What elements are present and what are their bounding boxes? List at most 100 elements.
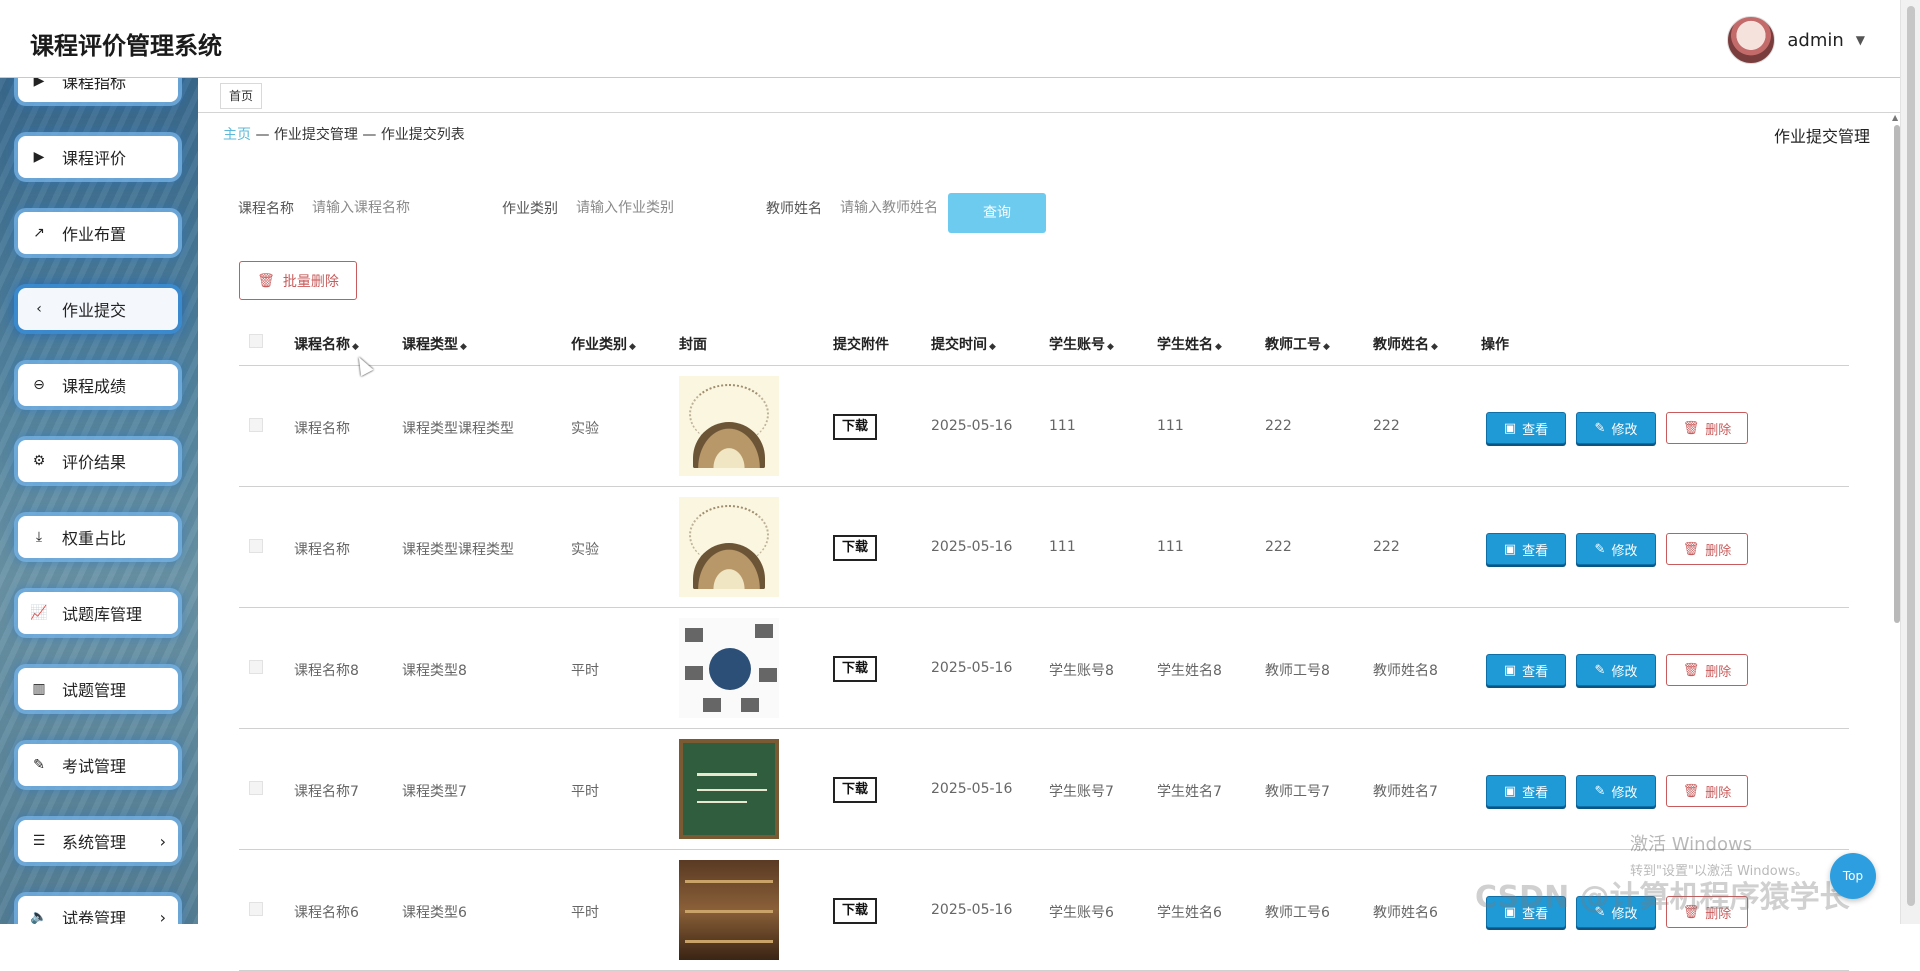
page-scrollbar[interactable] (1900, 0, 1920, 924)
view-button[interactable]: ▣ 查看 (1486, 775, 1566, 807)
sidebar-item-3[interactable]: ↗ 作业布置 (18, 212, 178, 254)
delete-label: 删除 (1705, 664, 1732, 680)
col-student-name[interactable]: 学生姓名 ◆ (1157, 334, 1222, 354)
col-submit-time[interactable]: 提交时间 ◆ (931, 334, 996, 354)
sidebar-item-4[interactable]: ‹ 作业提交 (18, 288, 178, 330)
sidebar: ▶ 课程指标 ▶ 课程评价 ↗ 作业布置 ‹ 作业提交 ⊖ 课程成绩 ⚙ 评价结果 ⤓ 权重占比 📈 试题库管… (0, 78, 198, 924)
sort-icon: ◆ (1323, 342, 1330, 352)
delete-button[interactable]: 🗑 删除 (1666, 533, 1748, 565)
user-name[interactable]: admin (1787, 30, 1843, 51)
back-to-top-button[interactable]: Top (1830, 853, 1876, 899)
chevron-right-icon: › (159, 907, 166, 925)
edit-button[interactable]: ✎ 修改 (1576, 654, 1656, 686)
sidebar-item-8[interactable]: 📈 试题库管理 (18, 592, 178, 634)
cover-image[interactable] (679, 497, 779, 597)
sidebar-item-12[interactable]: 🔈 试卷管理 › (18, 896, 178, 924)
cell-student-name: 学生姓名6 (1157, 905, 1222, 921)
edit-icon: ✎ (1594, 662, 1606, 678)
row-checkbox[interactable] (249, 781, 263, 795)
edit-button[interactable]: ✎ 修改 (1576, 775, 1656, 807)
breadcrumb-sep: — (357, 127, 381, 143)
cover-image[interactable] (679, 739, 779, 839)
row-checkbox[interactable] (249, 902, 263, 916)
cell-teacher-id: 教师工号7 (1265, 784, 1330, 800)
sort-icon: ◆ (352, 342, 359, 352)
cover-image[interactable] (679, 618, 779, 718)
col-student-account[interactable]: 学生账号 ◆ (1049, 334, 1114, 354)
download-button[interactable]: 下载 (833, 777, 877, 803)
sidebar-item-1[interactable]: ▶ 课程指标 (18, 78, 178, 102)
cell-student-account: 学生账号7 (1049, 784, 1114, 800)
sidebar-item-2[interactable]: ▶ 课程评价 (18, 136, 178, 178)
minus-circle-icon: ⊖ (33, 377, 45, 393)
scroll-up-icon[interactable]: ▲ (1892, 113, 1898, 122)
avatar[interactable] (1727, 16, 1776, 64)
col-course-type[interactable]: 课程类型 ◆ (402, 334, 467, 354)
view-button[interactable]: ▣ 查看 (1486, 412, 1566, 444)
sidebar-item-label: 评价结果 (62, 453, 127, 472)
homework-type-label: 作业类别 (502, 201, 558, 217)
col-attachment: 提交附件 (833, 337, 889, 353)
list-icon: ☰ (32, 833, 46, 849)
delete-button[interactable]: 🗑 删除 (1666, 654, 1748, 686)
sidebar-item-label: 试题库管理 (62, 605, 143, 624)
scrollbar-thumb[interactable] (1907, 6, 1915, 906)
chevron-left-icon: ‹ (36, 301, 42, 317)
row-checkbox[interactable] (249, 660, 263, 674)
caret-down-icon[interactable]: ▼ (1856, 33, 1865, 47)
query-button[interactable]: 查询 (948, 193, 1046, 233)
sidebar-item-11[interactable]: ☰ 系统管理 › (18, 820, 178, 862)
homework-type-input[interactable] (576, 193, 716, 223)
cell-course-name: 课程名称 (294, 542, 350, 558)
edit-button[interactable]: ✎ 修改 (1576, 533, 1656, 565)
cell-course-type: 课程类型课程类型 (402, 542, 514, 558)
bar-chart-icon: ▥ (32, 681, 46, 697)
view-icon: ▣ (1503, 783, 1517, 799)
trash-icon: 🗑 (257, 272, 275, 289)
col-course-name[interactable]: 课程名称 ◆ (294, 334, 359, 354)
col-teacher-id[interactable]: 教师工号 ◆ (1265, 334, 1330, 354)
row-checkbox[interactable] (249, 418, 263, 432)
sidebar-item-6[interactable]: ⚙ 评价结果 (18, 440, 178, 482)
cover-image[interactable] (679, 376, 779, 476)
trend-chart-icon: ↗ (33, 225, 45, 241)
cell-submit-time: 2025-05-16 (931, 902, 1013, 918)
col-homework-type[interactable]: 作业类别 ◆ (571, 334, 636, 354)
download-doc-icon: ⤓ (35, 529, 43, 545)
breadcrumb-home[interactable]: 主页 (223, 127, 251, 143)
download-button[interactable]: 下载 (833, 656, 877, 682)
breadcrumb-level2: 作业提交列表 (380, 127, 465, 143)
cover-image[interactable] (679, 860, 779, 960)
view-button[interactable]: ▣ 查看 (1486, 533, 1566, 565)
tab-home[interactable]: 首页 (220, 83, 263, 109)
line-chart-icon: 📈 (30, 605, 48, 621)
sidebar-item-9[interactable]: ▥ 试题管理 (18, 668, 178, 710)
view-button[interactable]: ▣ 查看 (1486, 654, 1566, 686)
delete-button[interactable]: 🗑 删除 (1666, 775, 1748, 807)
app-title: 课程评价管理系统 (30, 32, 222, 60)
delete-button[interactable]: 🗑 删除 (1666, 412, 1748, 444)
cell-course-type: 课程类型7 (402, 784, 467, 800)
cell-teacher-name: 222 (1373, 539, 1400, 555)
edit-icon: ✎ (1594, 783, 1606, 799)
cell-homework-type: 平时 (571, 663, 599, 679)
sidebar-item-5[interactable]: ⊖ 课程成绩 (18, 364, 178, 406)
download-button[interactable]: 下载 (833, 414, 877, 440)
download-button[interactable]: 下载 (833, 535, 877, 561)
breadcrumb-level1: 作业提交管理 (273, 127, 358, 143)
course-name-input[interactable] (312, 193, 452, 223)
row-checkbox[interactable] (249, 539, 263, 553)
batch-delete-button[interactable]: 🗑 批量删除 (239, 261, 357, 300)
sidebar-item-10[interactable]: ✎ 考试管理 (18, 744, 178, 786)
sort-icon: ◆ (629, 342, 636, 352)
edit-button[interactable]: ✎ 修改 (1576, 412, 1656, 444)
user-menu[interactable]: admin ▼ (1727, 16, 1865, 64)
cell-teacher-id: 教师工号8 (1265, 663, 1330, 679)
delete-label: 删除 (1705, 422, 1732, 438)
download-button[interactable]: 下载 (833, 898, 877, 924)
select-all-checkbox[interactable] (249, 334, 263, 348)
sidebar-item-7[interactable]: ⤓ 权重占比 (18, 516, 178, 558)
cell-course-type: 课程类型课程类型 (402, 421, 514, 437)
table-row: 课程名称7 课程类型7 平时 2025-05-16 学生账号7 学生姓名7 教师工号7 教师姓… (239, 729, 1849, 850)
col-teacher-name[interactable]: 教师姓名 ◆ (1373, 334, 1438, 354)
